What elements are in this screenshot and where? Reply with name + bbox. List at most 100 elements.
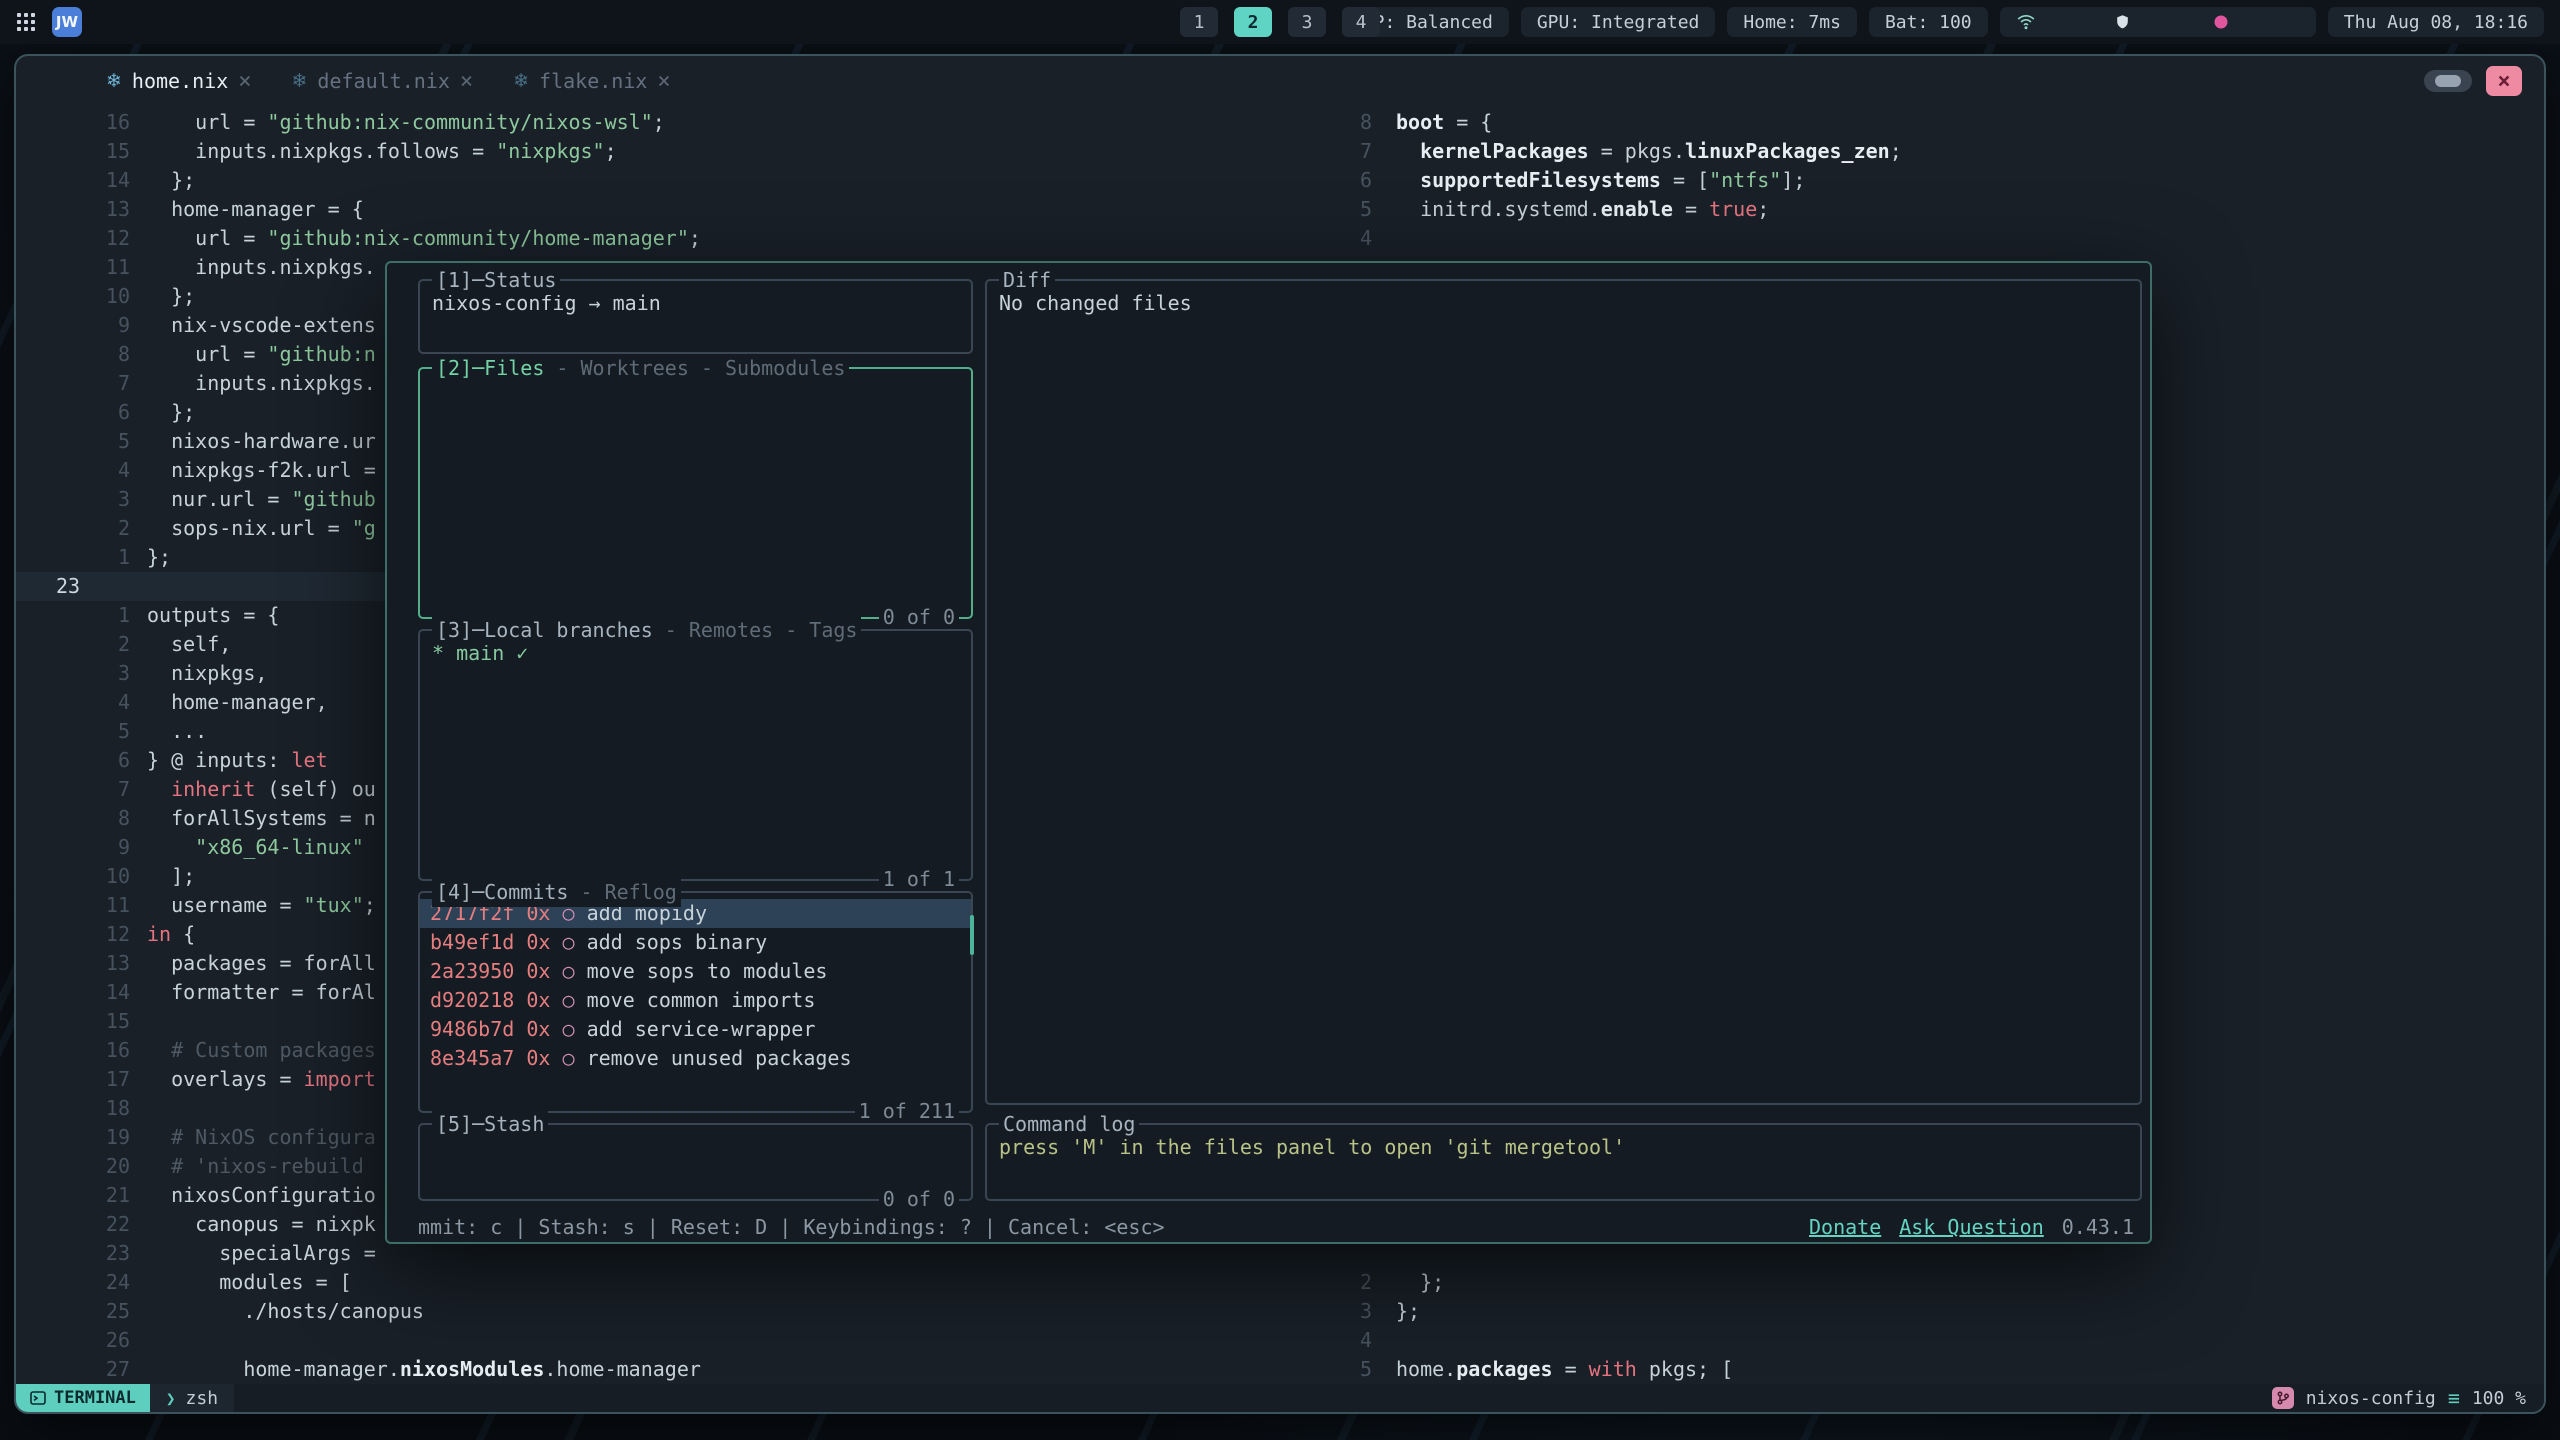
code-token: ; bbox=[653, 110, 665, 134]
apps-grid-icon[interactable] bbox=[16, 12, 36, 32]
workspace-button-1[interactable]: 1 bbox=[1180, 7, 1218, 37]
code-token: nixos-hardware.ur bbox=[147, 429, 376, 453]
topbar-module: P: Balanced bbox=[1358, 7, 1509, 37]
code-pane-right-bottom[interactable]: 2 };3};45home.packages = with pkgs; [ bbox=[1322, 1268, 2544, 1384]
commit-row[interactable]: 8e345a7 0x ○ remove unused packages bbox=[420, 1044, 971, 1073]
tab-default.nix[interactable]: ❄default.nix× bbox=[272, 69, 494, 94]
code-token: } @ inputs: bbox=[147, 748, 292, 772]
code-text: sops-nix.url = "g bbox=[147, 514, 376, 543]
app-badge[interactable]: JW bbox=[52, 7, 82, 37]
line-number: 11 bbox=[16, 253, 130, 282]
code-token: = bbox=[1673, 197, 1709, 221]
spacer bbox=[514, 957, 526, 986]
code-token: inherit bbox=[171, 777, 255, 801]
code-text: packages = forAll bbox=[147, 949, 376, 978]
code-text: # Custom packages bbox=[147, 1036, 376, 1065]
shell-segment[interactable]: ❯ zsh bbox=[150, 1384, 234, 1412]
line-number: 16 bbox=[16, 1036, 130, 1065]
code-line: 16 url = "github:nix-community/nixos-wsl… bbox=[16, 108, 1322, 137]
code-token: modules = [ bbox=[147, 1270, 352, 1294]
panel-title: [1]─Status bbox=[432, 266, 560, 295]
tab-close-icon[interactable]: × bbox=[460, 69, 473, 94]
code-line: 7 kernelPackages = pkgs.linuxPackages_ze… bbox=[1322, 137, 2544, 166]
line-number: 14 bbox=[16, 166, 130, 195]
wifi-icon[interactable] bbox=[2016, 0, 2103, 73]
git-icon bbox=[2272, 1387, 2294, 1409]
panel-title-label: Command log bbox=[1003, 1112, 1135, 1136]
spacer bbox=[550, 957, 562, 986]
code-text: home-manager = { bbox=[147, 195, 364, 224]
code-text: inputs.nixpkgs. bbox=[147, 369, 376, 398]
line-number: 2 bbox=[1322, 1268, 1372, 1297]
code-text: inputs.nixpkgs. bbox=[147, 253, 376, 282]
workspace-button-2[interactable]: 2 bbox=[1234, 7, 1272, 37]
tab-close-icon[interactable]: × bbox=[238, 69, 251, 94]
spacer bbox=[575, 928, 587, 957]
pin-toggle-button[interactable] bbox=[2424, 70, 2472, 92]
tab-flake.nix[interactable]: ❄flake.nix× bbox=[493, 69, 691, 94]
code-text: overlays = import bbox=[147, 1065, 376, 1094]
panel-count: 0 of 0 bbox=[879, 1185, 959, 1214]
tab-home.nix[interactable]: ❄home.nix× bbox=[86, 69, 272, 94]
line-number: 2 bbox=[16, 514, 130, 543]
code-text: formatter = forAl bbox=[147, 978, 376, 1007]
code-token: nixpkgs, bbox=[147, 661, 267, 685]
code-text: supportedFilesystems = ["ntfs"]; bbox=[1396, 166, 1805, 195]
window-close-button[interactable]: × bbox=[2486, 66, 2522, 96]
code-token: }; bbox=[1396, 1299, 1420, 1323]
tray-icons bbox=[2000, 7, 2316, 37]
spacer bbox=[575, 986, 587, 1015]
lazygit-files-panel[interactable]: [2]─Files - Worktrees - Submodules 0 of … bbox=[418, 367, 973, 619]
lazygit-command-log-panel[interactable]: Command log press 'M' in the files panel… bbox=[985, 1123, 2142, 1201]
lazygit-branches-panel[interactable]: [3]─Local branches - Remotes - Tags * ma… bbox=[418, 629, 973, 881]
code-line: 24 modules = [ bbox=[16, 1268, 1322, 1297]
panel-number: [1]─ bbox=[436, 268, 484, 292]
code-line: 4 bbox=[1322, 224, 2544, 253]
code-text: }; bbox=[147, 398, 195, 427]
code-pane-right[interactable]: 8boot = {7 kernelPackages = pkgs.linuxPa… bbox=[1322, 108, 2544, 253]
lazygit-commits-panel[interactable]: [4]─Commits - Reflog 2717f2f 0x ○ add mo… bbox=[418, 891, 973, 1113]
panel-number: [3]─ bbox=[436, 618, 484, 642]
shield-icon bbox=[2114, 0, 2201, 73]
code-token: in bbox=[147, 922, 171, 946]
code-text: nixpkgs, bbox=[147, 659, 267, 688]
line-number: 15 bbox=[16, 1007, 130, 1036]
panel-count: 0 of 0 bbox=[879, 603, 959, 632]
lazygit-stash-panel[interactable]: [5]─Stash 0 of 0 bbox=[418, 1123, 973, 1201]
code-token: username = bbox=[147, 893, 304, 917]
code-token: sops-nix.url = bbox=[147, 516, 352, 540]
link-donate[interactable]: Donate bbox=[1809, 1213, 1881, 1242]
code-token: specialArgs = bbox=[147, 1241, 376, 1265]
commit-row[interactable]: 9486b7d 0x ○ add service-wrapper bbox=[420, 1015, 971, 1044]
lazygit-diff-panel[interactable]: Diff No changed files bbox=[985, 279, 2142, 1105]
scroll-position: 100 % bbox=[2472, 1388, 2526, 1409]
code-line: 5home.packages = with pkgs; [ bbox=[1322, 1355, 2544, 1384]
code-token bbox=[147, 777, 171, 801]
scrollbar[interactable] bbox=[970, 915, 974, 955]
commit-graph-node: ○ bbox=[562, 928, 574, 957]
code-text: home-manager.nixosModules.home-manager bbox=[147, 1355, 701, 1384]
topbar-module: GPU: Integrated bbox=[1521, 7, 1716, 37]
code-text: specialArgs = bbox=[147, 1239, 376, 1268]
workspace-button-4[interactable]: 4 bbox=[1342, 7, 1380, 37]
commit-row[interactable]: 2a23950 0x ○ move sops to modules bbox=[420, 957, 971, 986]
code-token: ; bbox=[689, 226, 701, 250]
code-token: nur.url = bbox=[147, 487, 292, 511]
line-number: 19 bbox=[16, 1123, 130, 1152]
panel-title: [2]─Files - Worktrees - Submodules bbox=[432, 354, 849, 383]
lazygit-status-panel[interactable]: [1]─Status nixos-config → main bbox=[418, 279, 973, 354]
tab-close-icon[interactable]: × bbox=[657, 69, 670, 94]
commit-row[interactable]: d920218 0x ○ move common imports bbox=[420, 986, 971, 1015]
code-token: "ntfs" bbox=[1709, 168, 1781, 192]
code-token: "x86_64-linux" bbox=[195, 835, 364, 859]
line-number: 12 bbox=[16, 224, 130, 253]
commit-row[interactable]: b49ef1d 0x ○ add sops binary bbox=[420, 928, 971, 957]
line-number: 23 bbox=[16, 1239, 130, 1268]
code-text: }; bbox=[1396, 1268, 1444, 1297]
workspace-button-3[interactable]: 3 bbox=[1288, 7, 1326, 37]
clock[interactable]: Thu Aug 08, 18:16 bbox=[2328, 7, 2544, 37]
spacer bbox=[575, 1044, 587, 1073]
link-ask-question[interactable]: Ask Question bbox=[1899, 1213, 2044, 1242]
top-status-bar: JW 1234 P: BalancedGPU: IntegratedHome: … bbox=[0, 0, 2560, 44]
code-token: enable bbox=[1601, 197, 1673, 221]
